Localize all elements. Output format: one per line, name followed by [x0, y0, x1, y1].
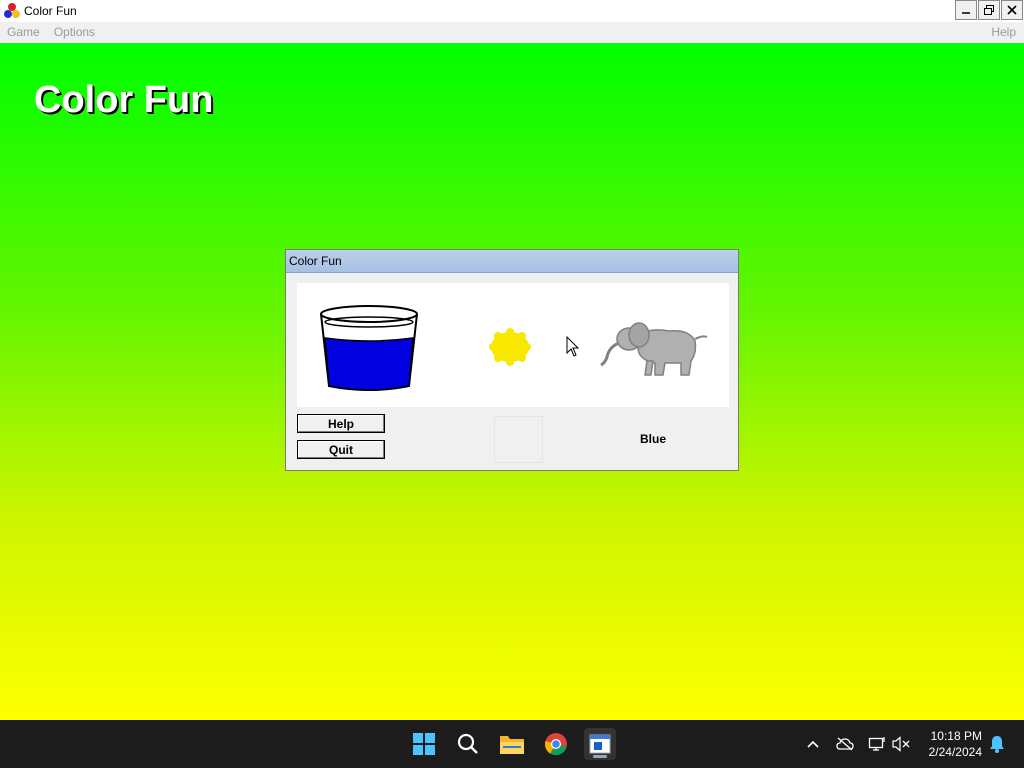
- dialog-title-bar: Color Fun: [286, 250, 738, 273]
- cloud-offline-icon: [836, 737, 854, 751]
- blue-cup-icon[interactable]: [319, 304, 419, 392]
- dialog-title: Color Fun: [289, 254, 342, 268]
- active-indicator: [593, 755, 607, 758]
- search-icon: [457, 733, 478, 754]
- network-icon: [868, 737, 885, 751]
- restore-button[interactable]: [978, 0, 1000, 20]
- window-title: Color Fun: [24, 4, 77, 18]
- color-swatch-box: [494, 416, 543, 463]
- show-hidden-icons-button[interactable]: [802, 720, 824, 768]
- color-fun-dialog: Color Fun Help Quit Blue: [285, 249, 739, 471]
- quit-button[interactable]: Quit: [297, 440, 385, 459]
- file-explorer-icon: [500, 736, 524, 754]
- minimize-icon: [962, 12, 970, 14]
- title-bar: Color Fun: [0, 0, 1024, 22]
- chrome-icon: [544, 733, 567, 756]
- notifications-button[interactable]: [986, 720, 1008, 768]
- color-name-label: Blue: [639, 432, 666, 446]
- file-explorer-button[interactable]: [496, 728, 528, 760]
- network-tray-button[interactable]: [866, 720, 888, 768]
- yellow-sun-icon[interactable]: [485, 327, 535, 367]
- help-button[interactable]: Help: [297, 414, 385, 433]
- gray-elephant-icon[interactable]: [599, 317, 711, 379]
- menu-bar: Game Options Help: [0, 22, 1024, 42]
- taskbar-search-button[interactable]: [452, 728, 484, 760]
- mouse-cursor-icon: [566, 336, 580, 357]
- windows-start-button[interactable]: [408, 728, 440, 760]
- menu-options[interactable]: Options: [47, 25, 102, 39]
- taskbar: 10:18 PM 2/24/2024: [0, 720, 1024, 768]
- color-fun-taskbar-button[interactable]: [584, 728, 616, 760]
- picture-panel: [297, 283, 729, 407]
- menu-game[interactable]: Game: [0, 25, 47, 39]
- game-heading: Color Fun: [34, 79, 214, 121]
- taskbar-clock[interactable]: 10:18 PM 2/24/2024: [918, 728, 982, 760]
- window-controls: [955, 0, 1024, 20]
- minimize-button[interactable]: [955, 0, 977, 20]
- clock-time: 10:18 PM: [930, 729, 982, 743]
- close-button[interactable]: [1001, 0, 1023, 20]
- volume-tray-button[interactable]: [890, 720, 912, 768]
- bell-icon: [990, 736, 1004, 753]
- menu-help[interactable]: Help: [984, 25, 1024, 39]
- chevron-up-icon: [807, 740, 819, 748]
- volume-muted-icon: [892, 736, 910, 752]
- color-fun-app-icon: [589, 734, 611, 754]
- chrome-button[interactable]: [540, 728, 572, 760]
- onedrive-tray-button[interactable]: [834, 720, 856, 768]
- app-icon: [4, 3, 20, 19]
- windows-start-icon: [413, 733, 435, 755]
- restore-icon: [984, 5, 994, 15]
- clock-date: 2/24/2024: [928, 745, 982, 759]
- close-icon: [1007, 5, 1017, 15]
